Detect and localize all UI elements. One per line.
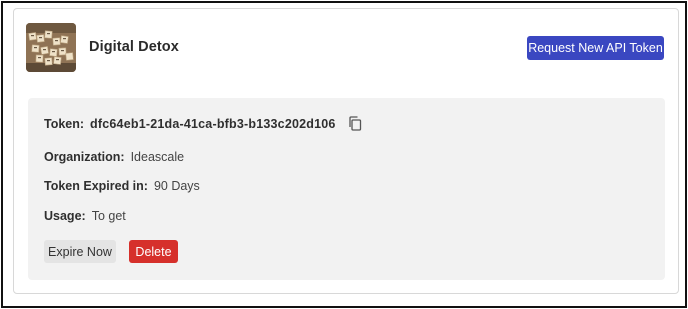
usage-row: Usage: To get (44, 209, 126, 223)
organization-row: Organization: Ideascale (44, 150, 184, 164)
request-new-api-token-button[interactable]: Request New API Token (527, 36, 664, 60)
window-frame: Digital Detox Request New API Token Toke… (1, 1, 687, 308)
usage-label: Usage: (44, 209, 86, 223)
token-expiry-row: Token Expired in: 90 Days (44, 179, 200, 193)
organization-label: Organization: (44, 150, 125, 164)
copy-icon[interactable] (348, 116, 362, 131)
expire-now-button[interactable]: Expire Now (44, 240, 116, 263)
api-token-card: Digital Detox Request New API Token Toke… (13, 8, 679, 294)
app-title: Digital Detox (89, 39, 179, 55)
token-expiry-label: Token Expired in: (44, 179, 148, 193)
token-row: Token: dfc64eb1-21da-41ca-bfb3-b133c202d… (44, 116, 362, 131)
usage-value: To get (91, 209, 126, 223)
token-details-panel: Token: dfc64eb1-21da-41ca-bfb3-b133c202d… (28, 98, 665, 280)
organization-value: Ideascale (130, 150, 185, 164)
token-value: dfc64eb1-21da-41ca-bfb3-b133c202d106 (90, 116, 336, 131)
token-expiry-value: 90 Days (153, 179, 200, 193)
scrabble-tiles-image (26, 23, 76, 72)
delete-button[interactable]: Delete (129, 240, 178, 263)
token-label: Token: (44, 116, 85, 131)
